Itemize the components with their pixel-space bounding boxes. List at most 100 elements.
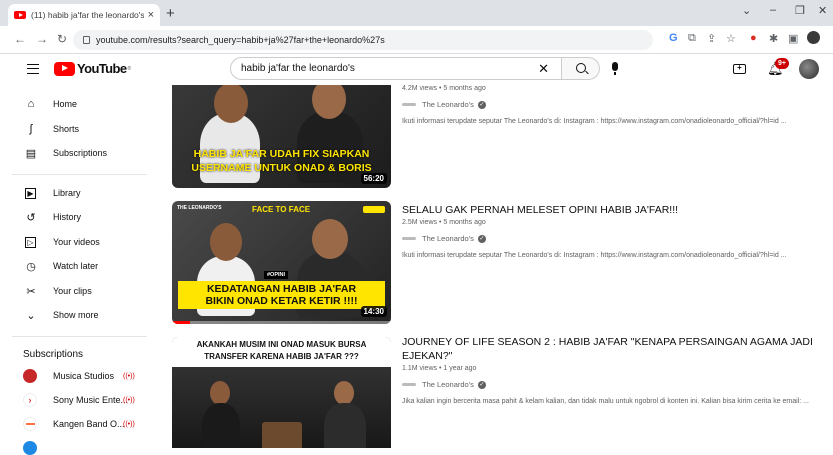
thumbnail-badge-icon (363, 206, 385, 213)
video-title[interactable]: JOURNEY OF LIFE SEASON 2 : HABIB JA'FAR … (402, 335, 827, 363)
search-input[interactable] (241, 63, 539, 74)
video-description: Ikuti informasi terupdate seputar The Le… (402, 118, 787, 125)
extensions-puzzle-icon[interactable]: ✱ (769, 32, 778, 45)
clear-search-icon[interactable]: ✕ (538, 61, 549, 77)
sidebar-divider (12, 336, 147, 337)
sidebar-item-label: Watch later (53, 261, 99, 271)
watch-progress-bar (172, 321, 391, 324)
your-videos-icon: ▷ (25, 236, 36, 248)
video-duration: 56:20 (360, 173, 387, 184)
video-meta: 2.5M views • 5 months ago (402, 219, 486, 226)
search-box[interactable]: ✕ (230, 57, 562, 80)
channel-name[interactable]: The Leonardo's (422, 100, 474, 109)
live-indicator-icon: ((•)) (123, 396, 135, 404)
video-description: Ikuti informasi terupdate seputar The Le… (402, 252, 787, 259)
sidebar-item-your-clips[interactable]: ✂ Your clips (0, 280, 160, 302)
tab-close-icon[interactable]: × (148, 9, 154, 21)
video-title[interactable]: SELALU GAK PERNAH MELESET OPINI HABIB JA… (402, 203, 827, 217)
thumbnail-caption: BIKIN ONAD KETAR KETIR !!!! (205, 295, 358, 307)
history-icon: ↺ (26, 211, 36, 224)
video-description: Jika kalian ingin bercerita masa pahit &… (402, 398, 809, 405)
sidebar-item-your-videos[interactable]: ▷ Your videos (0, 231, 160, 253)
subscription-item[interactable]: Kangen Band O... ((•)) (0, 413, 160, 435)
logo-trademark: ® (127, 65, 132, 72)
video-meta: 1.1M views • 1 year ago (402, 365, 477, 372)
live-indicator-icon: ((•)) (123, 372, 135, 380)
watch-later-icon: ◷ (26, 260, 36, 273)
channel-avatar (402, 383, 416, 386)
browser-tab[interactable]: (11) habib ja'far the leonardo's - × (8, 4, 160, 26)
video-thumbnail[interactable]: HABIB JA'FAR UDAH FIX SIAPKAN USERNAME U… (172, 85, 391, 188)
back-arrow-icon[interactable]: ← (14, 32, 26, 46)
thumbnail-title: FACE TO FACE (252, 205, 311, 214)
sidebar-item-label: Shorts (53, 124, 80, 134)
sidebar-item-shorts[interactable]: ʃ Shorts (0, 118, 160, 140)
share-icon[interactable]: ⇪ (707, 32, 716, 45)
sidebar-item-home[interactable]: ⌂ Home (0, 93, 160, 115)
browser-toolbar: ← → ↻ youtube.com/results?search_query=h… (0, 26, 833, 54)
bookmark-star-icon[interactable]: ☆ (726, 32, 736, 45)
menu-hamburger-icon[interactable] (27, 64, 39, 74)
subscriptions-icon: ▤ (25, 147, 37, 160)
channel-row[interactable]: The Leonardo's ✓ (402, 234, 827, 243)
channel-row[interactable]: The Leonardo's ✓ (402, 100, 827, 109)
video-thumbnail[interactable]: THE LEONARDO'S FACE TO FACE #OPINI KEDAT… (172, 201, 391, 324)
google-lens-icon[interactable]: G (669, 32, 678, 44)
sidebar-item-label: Subscriptions (53, 148, 108, 158)
channel-avatar (402, 103, 416, 106)
address-bar[interactable]: youtube.com/results?search_query=habib+j… (73, 30, 653, 50)
video-info: SELALU GAK PERNAH MELESET OPINI HABIB JA… (402, 203, 827, 261)
video-meta: 4.2M views • 5 months ago (402, 85, 486, 92)
youtube-logo[interactable]: YouTube ® (54, 61, 131, 76)
profile-avatar-icon[interactable] (807, 31, 820, 44)
sidebar-item-library[interactable]: ▶ Library (0, 182, 160, 204)
verified-check-icon: ✓ (477, 100, 486, 109)
thumbnail-person-head (312, 219, 348, 259)
sidebar: ⌂ Home ʃ Shorts ▤ Subscriptions ▶ Librar… (0, 85, 160, 455)
sidebar-item-show-more[interactable]: ⌄ Show more (0, 304, 160, 326)
minimize-icon[interactable]: – (770, 4, 776, 16)
thumbnail-person (324, 403, 366, 448)
watch-progress-fill (172, 321, 190, 324)
subscription-name: Kangen Band O... (53, 419, 125, 429)
sidebar-divider (12, 174, 147, 175)
logo-wordmark: YouTube (77, 61, 127, 76)
sidebar-item-watch-later[interactable]: ◷ Watch later (0, 255, 160, 277)
verified-check-icon: ✓ (477, 380, 486, 389)
verified-check-icon: ✓ (477, 234, 486, 243)
channel-avatar (23, 369, 37, 383)
forward-arrow-icon[interactable]: → (36, 32, 48, 46)
channel-avatar[interactable] (23, 441, 37, 455)
new-tab-button[interactable]: + (166, 5, 175, 22)
thumbnail-caption: HABIB JA'FAR UDAH FIX SIAPKAN (193, 148, 370, 160)
sidebar-item-history[interactable]: ↺ History (0, 206, 160, 228)
subscription-item[interactable]: Musica Studios ((•)) (0, 365, 160, 387)
video-thumbnail[interactable]: AKANKAH MUSIM INI ONAD MASUK BURSA TRANS… (172, 337, 391, 448)
reload-icon[interactable]: ↻ (57, 32, 67, 46)
window-close-icon[interactable]: ✕ (818, 4, 827, 17)
channel-row[interactable]: The Leonardo's ✓ (402, 380, 827, 389)
subscription-item[interactable]: › Sony Music Ente... ((•)) (0, 389, 160, 411)
sidebar-item-label: History (53, 212, 82, 222)
channel-name[interactable]: The Leonardo's (422, 234, 474, 243)
live-indicator-icon: ((•)) (123, 420, 135, 428)
sidebar-item-subscriptions[interactable]: ▤ Subscriptions (0, 142, 160, 164)
thumbnail-brand: THE LEONARDO'S (177, 205, 222, 211)
video-info: 4.2M views • 5 months ago The Leonardo's… (402, 85, 827, 127)
restore-icon[interactable]: ❐ (795, 4, 805, 17)
account-avatar[interactable] (799, 59, 819, 79)
thumbnail-table (262, 422, 302, 448)
extension-dot-icon[interactable]: ● (750, 32, 757, 44)
side-panel-icon[interactable]: ▣ (788, 32, 798, 45)
thumbnail-tag: #OPINI (264, 271, 289, 279)
thumbnail-person (202, 403, 240, 448)
create-video-icon[interactable]: + (733, 64, 746, 74)
channel-name[interactable]: The Leonardo's (422, 380, 474, 389)
youtube-header: YouTube ® ✕ + 🔔︎ 9+ (0, 55, 833, 85)
search-button[interactable] (562, 57, 600, 80)
voice-search-mic-icon[interactable] (612, 62, 618, 75)
translate-icon[interactable]: ⧉ (688, 32, 696, 45)
address-url: youtube.com/results?search_query=habib+j… (96, 35, 385, 45)
tab-search-icon[interactable]: ⌄ (742, 4, 751, 17)
thumbnail-person-head (334, 381, 354, 405)
